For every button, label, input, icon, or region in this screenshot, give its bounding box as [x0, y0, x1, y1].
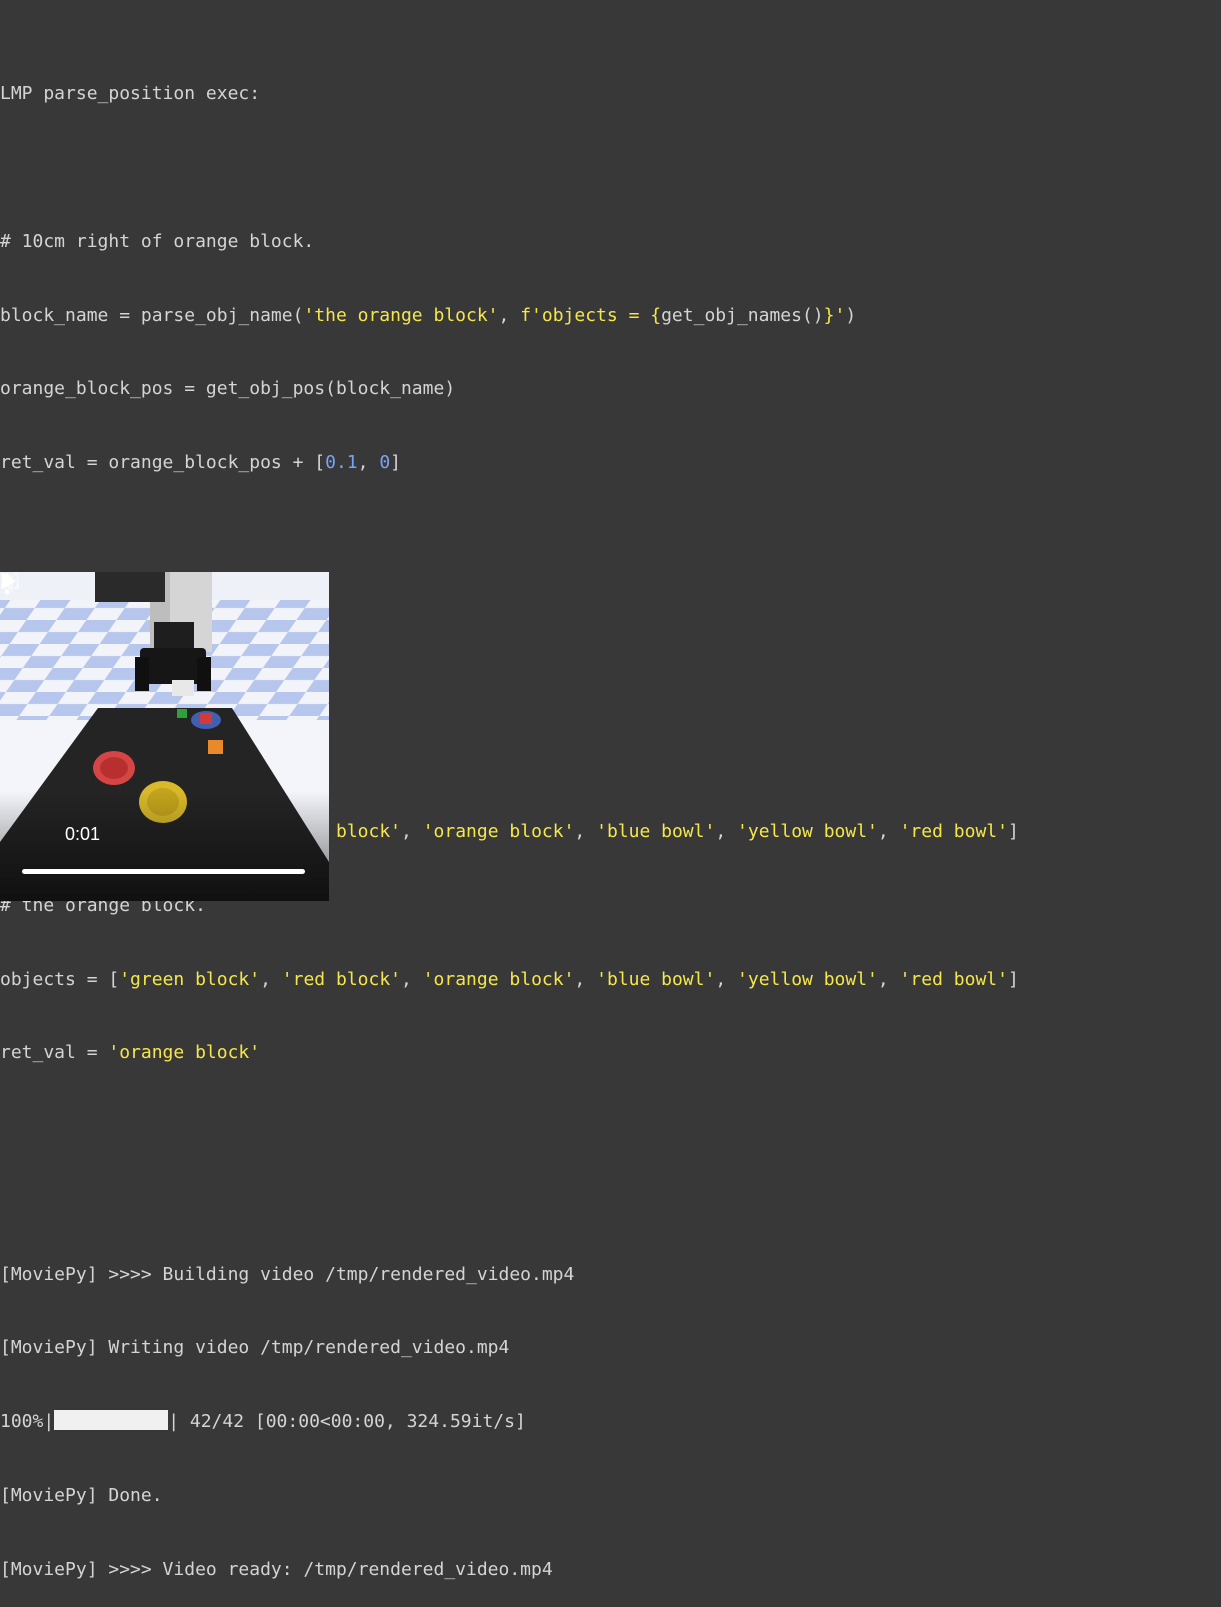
code-line: block_name = parse_obj_name('the orange …: [0, 304, 857, 326]
controls-overlay: [0, 791, 329, 901]
code-line: ret_val = 'orange block': [0, 1042, 261, 1064]
log-line: [MoviePy] Writing video /tmp/rendered_vi…: [0, 1337, 510, 1359]
log-line: [MoviePy] Done.: [0, 1485, 163, 1507]
more-vertical-icon[interactable]: [0, 572, 14, 596]
log-line: [MoviePy] >>>> Building video /tmp/rende…: [0, 1263, 575, 1285]
seek-bar[interactable]: [22, 869, 305, 874]
progress-line: 100%| | 42/42 [00:00<00:00, 324.59it/s]: [0, 1410, 526, 1433]
log-line: [MoviePy] >>>> Video ready: /tmp/rendere…: [0, 1558, 553, 1580]
code-comment: # 10cm right of orange block.: [0, 230, 315, 252]
code-line: ret_val = orange_block_pos + [0.1, 0]: [0, 452, 401, 474]
code-line: orange_block_pos = get_obj_pos(block_nam…: [0, 378, 456, 400]
video-player[interactable]: 0:01: [0, 572, 329, 901]
code-line: objects = ['green block', 'red block', '…: [0, 968, 1019, 990]
lmp-header-parse-position: LMP parse_position exec:: [0, 83, 261, 105]
video-time: 0:01: [65, 824, 101, 844]
progress-bar: [54, 1410, 169, 1431]
